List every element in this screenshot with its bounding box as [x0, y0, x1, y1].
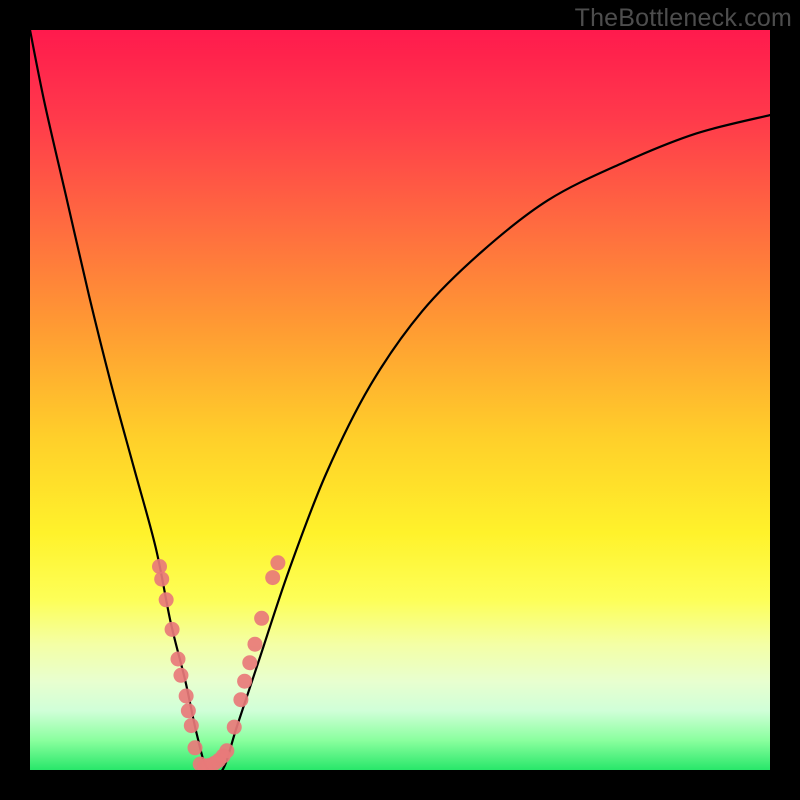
watermark-text: TheBottleneck.com [575, 4, 792, 33]
data-marker [227, 720, 242, 735]
data-marker [247, 637, 262, 652]
data-marker [219, 743, 234, 758]
marker-group [152, 555, 285, 770]
bottleneck-curve [30, 30, 770, 770]
data-marker [152, 559, 167, 574]
data-marker [188, 740, 203, 755]
data-marker [254, 611, 269, 626]
curve-path [30, 30, 770, 770]
data-marker [181, 703, 196, 718]
chart-container: TheBottleneck.com [0, 0, 800, 800]
data-marker [159, 592, 174, 607]
data-marker [265, 570, 280, 585]
data-marker [216, 748, 231, 763]
chart-svg [30, 30, 770, 770]
data-marker [202, 758, 217, 770]
data-marker [179, 689, 194, 704]
data-marker [197, 759, 212, 770]
data-marker [211, 753, 226, 768]
data-marker [237, 674, 252, 689]
data-marker [193, 757, 208, 770]
data-marker [184, 718, 199, 733]
data-marker [173, 668, 188, 683]
data-marker [171, 652, 186, 667]
data-marker [242, 655, 257, 670]
plot-area [30, 30, 770, 770]
data-marker [165, 622, 180, 637]
data-marker [154, 572, 169, 587]
data-marker [233, 692, 248, 707]
data-marker [270, 555, 285, 570]
data-marker [207, 756, 222, 770]
